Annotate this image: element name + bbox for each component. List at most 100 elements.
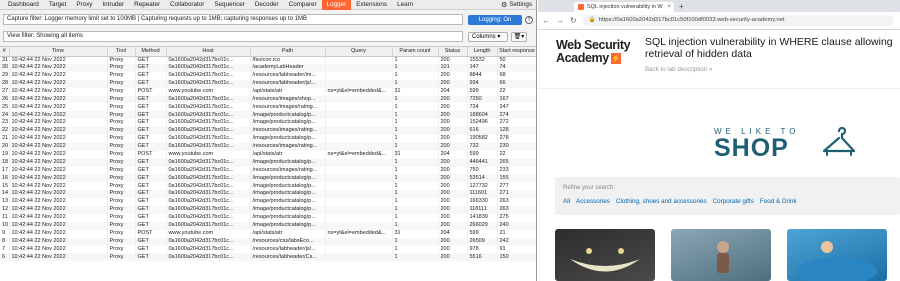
table-cell: 1 bbox=[392, 111, 439, 120]
tab-extensions[interactable]: Extensions bbox=[351, 0, 392, 10]
table-row[interactable]: 28 10:42:44 22 Nov 2022 Proxy GET 0a1600a204… bbox=[0, 79, 536, 88]
settings-button[interactable]: ⚙ Settings bbox=[501, 1, 536, 9]
col-header-param-count[interactable]: Param count bbox=[392, 47, 439, 57]
tab-comparer[interactable]: Comparer bbox=[284, 0, 322, 10]
reload-icon[interactable]: ↻ bbox=[570, 16, 577, 25]
help-icon[interactable]: ? bbox=[525, 15, 533, 24]
table-row[interactable]: 29 10:42:44 22 Nov 2022 Proxy GET 0a1600a204… bbox=[0, 71, 536, 80]
capture-filter-bar[interactable]: Capture filter: Logger memory limit set … bbox=[3, 14, 463, 25]
table-cell: /image/productcatalog/p... bbox=[250, 206, 326, 214]
table-row[interactable]: 10 10:42:44 22 Nov 2022 Proxy GET 0a1600a204… bbox=[0, 221, 536, 230]
settings-label: Settings bbox=[509, 1, 532, 8]
table-cell: 0a1600a2042d317bc01c... bbox=[166, 64, 251, 72]
table-cell: 200 bbox=[438, 166, 468, 175]
table-row[interactable]: 16 10:42:44 22 Nov 2022 Proxy GET 0a1600a204… bbox=[0, 174, 536, 183]
col-header-tool[interactable]: Tool bbox=[107, 47, 136, 57]
table-row[interactable]: 14 10:42:44 22 Nov 2022 Proxy GET 0a1600a204… bbox=[0, 190, 536, 199]
category-all[interactable]: All bbox=[563, 198, 570, 205]
product-image[interactable] bbox=[787, 229, 887, 281]
table-cell: 1 bbox=[392, 71, 439, 80]
col-header-query[interactable]: Query bbox=[325, 47, 393, 57]
table-row[interactable]: 21 10:42:44 22 Nov 2022 Proxy GET 0a1600a204… bbox=[0, 135, 536, 143]
table-cell: 272 bbox=[497, 119, 536, 128]
table-row[interactable]: 19 10:42:44 22 Nov 2022 Proxy POST www.youtu… bbox=[0, 150, 536, 159]
trash-icon[interactable]: 🗑▾ bbox=[511, 31, 527, 42]
tab-sequencer[interactable]: Sequencer bbox=[209, 0, 249, 10]
table-row[interactable]: 23 10:42:44 22 Nov 2022 Proxy GET 0a1600a204… bbox=[0, 119, 536, 128]
table-row[interactable]: 13 10:42:44 22 Nov 2022 Proxy GET 0a1600a204… bbox=[0, 198, 536, 207]
table-cell: Proxy bbox=[107, 182, 136, 191]
wsa-logo[interactable]: Web Security Academy ⚡ bbox=[556, 39, 636, 65]
col-header-time[interactable]: Time bbox=[9, 47, 108, 57]
table-row[interactable]: 30 10:42:44 22 Nov 2022 Proxy GET 0a1600a204… bbox=[0, 64, 536, 72]
table-cell: 31 bbox=[392, 87, 439, 96]
table-cell: 0a1600a2042d317bc01c... bbox=[166, 79, 251, 88]
col-header-number[interactable]: # bbox=[0, 47, 10, 57]
col-header-host[interactable]: Host bbox=[166, 47, 251, 57]
table-cell: Proxy bbox=[107, 198, 136, 207]
table-cell: 200 bbox=[438, 198, 468, 207]
view-filter-bar[interactable]: View filter: Showing all items bbox=[3, 31, 463, 42]
category-corporate-gifts[interactable]: Corporate gifts bbox=[713, 198, 754, 205]
columns-dropdown[interactable]: Columns ▾ bbox=[468, 31, 508, 42]
table-cell: 263 bbox=[497, 198, 536, 207]
table-row[interactable]: 26 10:42:44 22 Nov 2022 Proxy GET 0a1600a204… bbox=[0, 95, 536, 104]
refine-search-panel: Refine your search: All Accessories Clot… bbox=[555, 177, 900, 215]
table-row[interactable]: 22 10:42:44 22 Nov 2022 Proxy GET 0a1600a204… bbox=[0, 127, 536, 136]
tab-target[interactable]: Target bbox=[44, 0, 72, 10]
table-cell: 750 bbox=[467, 166, 498, 175]
table-cell: 247 bbox=[497, 103, 536, 112]
col-header-start-response[interactable]: Start response bbox=[497, 47, 536, 57]
tab-logger[interactable]: Logger bbox=[321, 0, 352, 10]
back-to-lab-link[interactable]: Back to lab description » bbox=[645, 66, 712, 73]
table-row[interactable]: 18 10:42:44 22 Nov 2022 Proxy GET 0a1600a204… bbox=[0, 158, 536, 167]
product-image[interactable] bbox=[555, 229, 655, 281]
tab-collaborator[interactable]: Collaborator bbox=[165, 0, 209, 10]
table-cell bbox=[325, 79, 393, 88]
logging-toggle-button[interactable]: Logging: On bbox=[468, 14, 522, 25]
table-cell: 5516 bbox=[467, 253, 498, 262]
table-cell: /resources/labheader/im... bbox=[250, 71, 326, 80]
table-row[interactable]: 24 10:42:44 22 Nov 2022 Proxy GET 0a1600a204… bbox=[0, 111, 536, 120]
address-bar[interactable]: 🔒 https://0a1600a2042d317bc01c50f100df003… bbox=[582, 15, 894, 26]
col-header-method[interactable]: Method bbox=[135, 47, 167, 57]
table-row[interactable]: 15 10:42:44 22 Nov 2022 Proxy GET 0a1600a204… bbox=[0, 182, 536, 191]
close-icon[interactable]: × bbox=[667, 4, 671, 10]
category-clothing[interactable]: Clothing, shoes and accessories bbox=[616, 198, 707, 205]
table-row[interactable]: 12 10:42:44 22 Nov 2022 Proxy GET 0a1600a204… bbox=[0, 206, 536, 214]
tab-repeater[interactable]: Repeater bbox=[129, 0, 165, 10]
back-arrow-icon[interactable]: ← bbox=[542, 16, 550, 25]
table-cell: /favicon.ico bbox=[250, 56, 326, 64]
table-row[interactable]: 20 10:42:44 22 Nov 2022 Proxy GET 0a1600a204… bbox=[0, 142, 536, 151]
category-accessories[interactable]: Accessories bbox=[576, 198, 610, 205]
view-filter-row: View filter: Showing all items Columns ▾… bbox=[3, 31, 534, 42]
table-row[interactable]: 25 10:42:44 22 Nov 2022 Proxy GET 0a1600a204… bbox=[0, 103, 536, 112]
col-header-status[interactable]: Status bbox=[438, 47, 468, 57]
table-cell: 29 bbox=[0, 71, 10, 80]
col-header-length[interactable]: Length bbox=[467, 47, 498, 57]
table-cell: Proxy bbox=[107, 237, 136, 246]
table-row[interactable]: 6 10:42:44 22 Nov 2022 Proxy GET 0a1600a2042… bbox=[0, 253, 536, 262]
table-cell: 0a1600a2042d317bc01c... bbox=[166, 237, 251, 246]
col-header-path[interactable]: Path bbox=[250, 47, 326, 57]
table-cell: 31 bbox=[392, 150, 439, 159]
tab-dashboard[interactable]: Dashboard bbox=[3, 0, 44, 10]
table-row[interactable]: 9 10:42:44 22 Nov 2022 Proxy POST www.youtub… bbox=[0, 229, 536, 238]
table-row[interactable]: 31 10:42:44 22 Nov 2022 Proxy GET 0a1600a204… bbox=[0, 56, 536, 64]
table-cell: Proxy bbox=[107, 150, 136, 159]
table-row[interactable]: 27 10:42:44 22 Nov 2022 Proxy POST www.youtu… bbox=[0, 87, 536, 96]
table-row[interactable]: 11 10:42:44 22 Nov 2022 Proxy GET 0a1600a204… bbox=[0, 213, 536, 222]
product-image[interactable] bbox=[671, 229, 771, 281]
category-food-drink[interactable]: Food & Drink bbox=[760, 198, 797, 205]
table-row[interactable]: 8 10:42:44 22 Nov 2022 Proxy GET 0a1600a2042… bbox=[0, 237, 536, 246]
table-cell: 616 bbox=[467, 127, 498, 136]
forward-arrow-icon[interactable]: → bbox=[556, 16, 564, 25]
tab-decoder[interactable]: Decoder bbox=[250, 0, 284, 10]
tab-learn[interactable]: Learn bbox=[392, 0, 418, 10]
new-tab-icon[interactable]: + bbox=[679, 2, 684, 12]
tab-proxy[interactable]: Proxy bbox=[71, 0, 97, 10]
browser-tab[interactable]: SQL injection vulnerability in W × bbox=[574, 2, 674, 12]
table-row[interactable]: 17 10:42:44 22 Nov 2022 Proxy GET 0a1600a204… bbox=[0, 166, 536, 175]
tab-intruder[interactable]: Intruder bbox=[97, 0, 129, 10]
table-row[interactable]: 7 10:42:44 22 Nov 2022 Proxy GET 0a1600a2042… bbox=[0, 245, 536, 254]
